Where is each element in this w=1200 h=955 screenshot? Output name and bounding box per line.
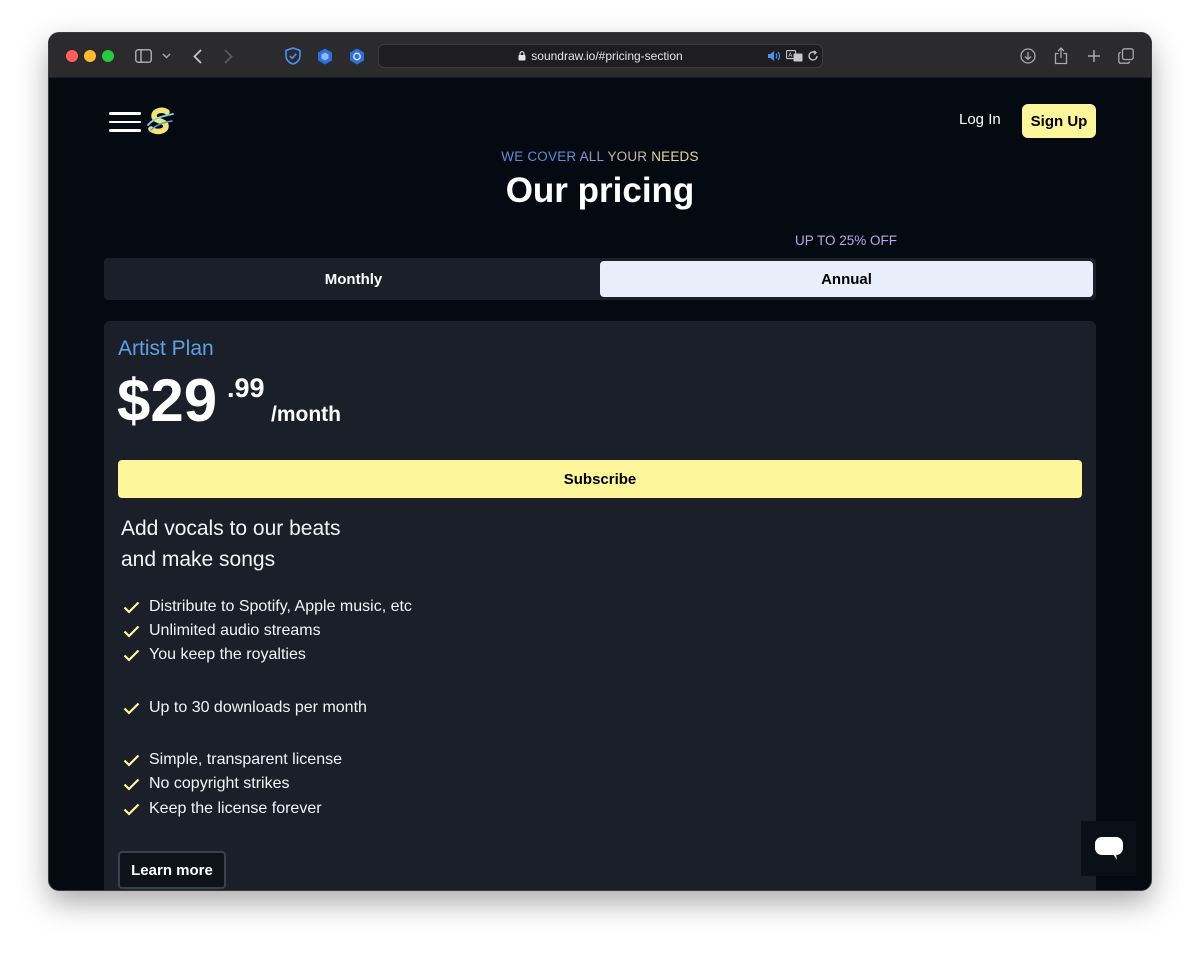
sidebar-toggle-icon[interactable] xyxy=(134,45,152,67)
eyebrow-word: NEEDS xyxy=(651,149,699,164)
plan-tagline: Add vocals to our beats and make songs xyxy=(121,513,340,575)
back-arrow-icon[interactable] xyxy=(189,45,205,67)
browser-window: soundraw.io/#pricing-section A Log In Si… xyxy=(49,33,1151,890)
check-icon xyxy=(123,649,140,662)
feature-item: You keep the royalties xyxy=(123,646,306,664)
share-icon[interactable] xyxy=(1052,45,1070,67)
reload-icon[interactable] xyxy=(806,48,820,64)
price-period: /month xyxy=(271,403,341,426)
section-eyebrow: WE COVER ALL YOUR NEEDS xyxy=(49,149,1151,164)
extension-shield-icon[interactable] xyxy=(316,45,334,67)
feature-label: Unlimited audio streams xyxy=(149,622,321,639)
check-icon xyxy=(123,702,140,715)
feature-label: Up to 30 downloads per month xyxy=(149,699,367,716)
minimize-window-button[interactable] xyxy=(84,50,96,62)
lock-icon xyxy=(518,50,526,64)
discount-label: UP TO 25% OFF xyxy=(795,233,898,248)
feature-label: Simple, transparent license xyxy=(149,751,342,768)
plan-name: Artist Plan xyxy=(118,337,214,360)
feature-label: You keep the royalties xyxy=(149,646,306,663)
download-icon[interactable] xyxy=(1019,45,1037,67)
svg-text:A: A xyxy=(788,52,793,59)
check-icon xyxy=(123,754,140,767)
feature-label: No copyright strikes xyxy=(149,775,290,792)
translate-icon[interactable]: A xyxy=(785,48,803,64)
eyebrow-word: WE COVER xyxy=(501,149,577,164)
check-icon xyxy=(123,778,140,791)
url-text: soundraw.io/#pricing-section xyxy=(531,49,683,63)
feature-item: Unlimited audio streams xyxy=(123,622,321,640)
feature-item: Simple, transparent license xyxy=(123,751,342,769)
subscribe-button[interactable]: Subscribe xyxy=(118,460,1082,498)
eyebrow-word: ALL xyxy=(579,149,604,164)
tab-overview-icon[interactable] xyxy=(1117,45,1135,67)
chat-launcher-button[interactable] xyxy=(1081,821,1136,876)
feature-item: Keep the license forever xyxy=(123,800,322,818)
check-icon xyxy=(123,803,140,816)
close-window-button[interactable] xyxy=(66,50,78,62)
chat-bubble-icon xyxy=(1094,836,1123,860)
hamburger-icon-bar xyxy=(109,120,141,123)
tab-annual[interactable]: Annual xyxy=(600,261,1093,297)
check-icon xyxy=(123,601,140,614)
feature-label: Distribute to Spotify, Apple music, etc xyxy=(149,598,412,615)
speaker-icon[interactable] xyxy=(767,48,781,64)
feature-item: Distribute to Spotify, Apple music, etc xyxy=(123,598,412,616)
learn-more-button[interactable]: Learn more xyxy=(118,851,226,889)
feature-item: No copyright strikes xyxy=(123,775,290,793)
login-link[interactable]: Log In xyxy=(959,111,1001,128)
feature-item: Up to 30 downloads per month xyxy=(123,699,367,717)
shield-check-icon[interactable] xyxy=(284,45,302,67)
hamburger-menu-button[interactable] xyxy=(109,110,141,134)
page-title: Our pricing xyxy=(505,171,695,210)
price-cents: .99 xyxy=(227,373,265,403)
browser-toolbar: soundraw.io/#pricing-section A xyxy=(49,33,1151,78)
check-icon xyxy=(123,625,140,638)
extension-hex-icon[interactable] xyxy=(348,45,366,67)
pricing-page: Log In Sign Up WE COVER ALL YOUR NEEDS O… xyxy=(49,78,1151,890)
soundraw-logo[interactable] xyxy=(145,106,175,136)
billing-period-toggle: Monthly Annual xyxy=(104,258,1096,300)
feature-label: Keep the license forever xyxy=(149,800,322,817)
signup-button[interactable]: Sign Up xyxy=(1022,104,1096,138)
forward-arrow-icon[interactable] xyxy=(220,45,236,67)
eyebrow-word: YOUR xyxy=(607,149,648,164)
tagline-line: and make songs xyxy=(121,548,276,571)
address-bar[interactable]: soundraw.io/#pricing-section A xyxy=(378,44,823,68)
hamburger-icon xyxy=(109,112,141,115)
hamburger-icon-bar xyxy=(109,129,141,132)
tagline-line: Add vocals to our beats xyxy=(121,517,341,540)
maximize-window-button[interactable] xyxy=(102,50,114,62)
new-tab-plus-icon[interactable] xyxy=(1085,45,1103,67)
plan-card: Artist Plan $29 .99 /month Subscribe Add… xyxy=(104,321,1096,890)
price-amount: $29 xyxy=(117,367,218,434)
chevron-down-icon[interactable] xyxy=(160,45,172,67)
tab-monthly[interactable]: Monthly xyxy=(107,261,600,297)
